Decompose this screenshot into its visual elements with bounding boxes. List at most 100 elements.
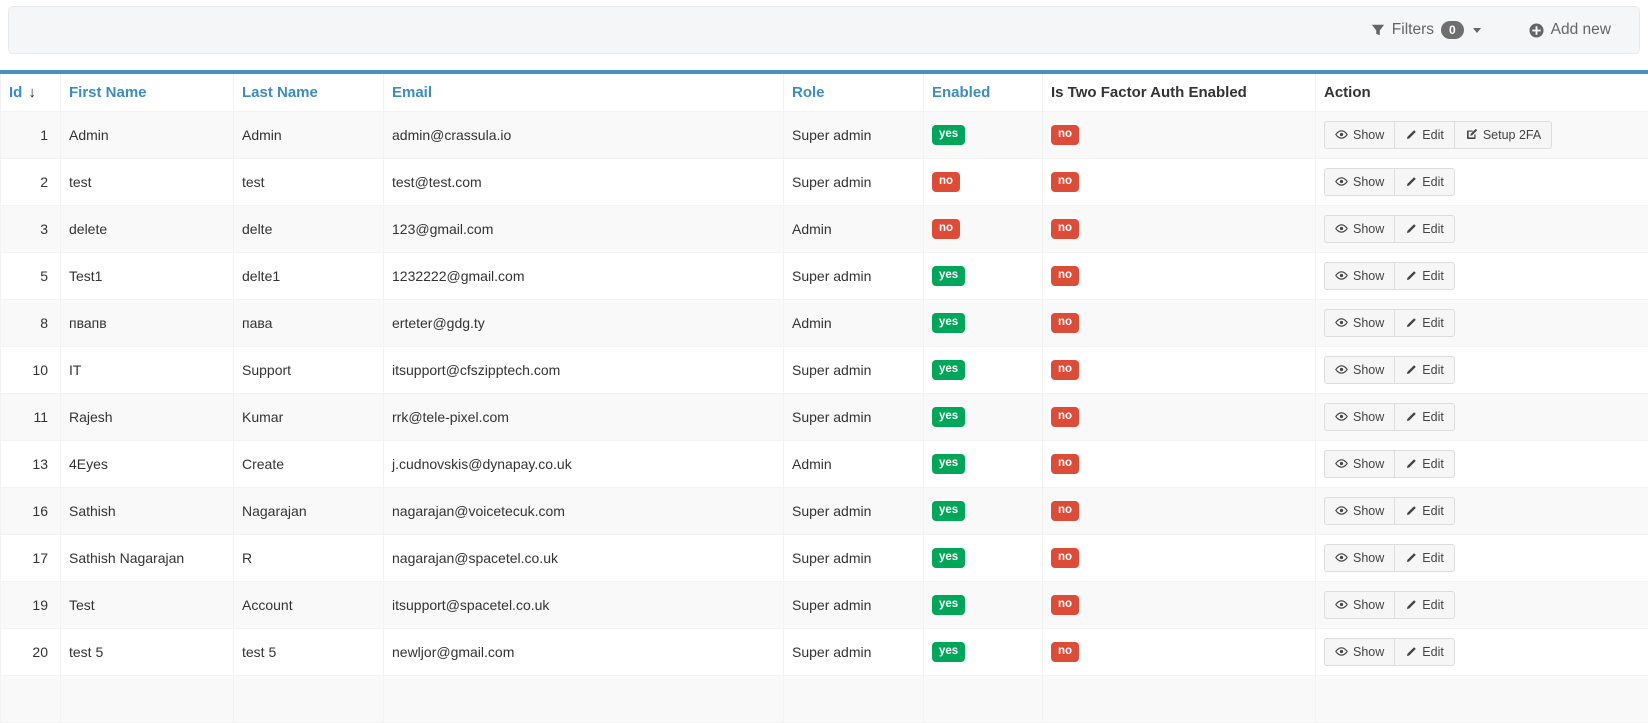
- edit-button[interactable]: Edit: [1394, 356, 1455, 384]
- show-button[interactable]: Show: [1324, 168, 1395, 196]
- button-label: Edit: [1422, 457, 1444, 471]
- column-header-enabled[interactable]: Enabled: [924, 74, 1043, 111]
- cell-role: Super admin: [784, 393, 924, 440]
- button-label: Edit: [1422, 551, 1444, 565]
- enabled-badge: yes: [932, 548, 965, 568]
- enabled-badge: yes: [932, 313, 965, 333]
- cell-action: ShowEdit: [1316, 487, 1648, 534]
- column-header-last_name[interactable]: Last Name: [234, 74, 384, 111]
- column-header-two_factor: Is Two Factor Auth Enabled: [1043, 74, 1316, 111]
- edit-button[interactable]: Edit: [1394, 450, 1455, 478]
- cell-empty: [784, 675, 924, 722]
- button-label: Show: [1353, 175, 1384, 189]
- show-button[interactable]: Show: [1324, 121, 1395, 149]
- show-button[interactable]: Show: [1324, 638, 1395, 666]
- action-button-group: Show Edit: [1324, 544, 1455, 572]
- edit-button[interactable]: Edit: [1394, 638, 1455, 666]
- two-factor-badge: no: [1051, 407, 1079, 427]
- column-header-first_name[interactable]: First Name: [61, 74, 234, 111]
- pencil-icon: [1405, 411, 1417, 423]
- show-button[interactable]: Show: [1324, 356, 1395, 384]
- show-button[interactable]: Show: [1324, 215, 1395, 243]
- cell-action: ShowEdit: [1316, 252, 1648, 299]
- table-row: 19TestAccountitsupport@spacetel.co.ukSup…: [1, 581, 1648, 628]
- cell-email: 1232222@gmail.com: [384, 252, 784, 299]
- cell-action: Show Edit: [1316, 534, 1648, 581]
- cell-empty: [234, 675, 384, 722]
- table-row: 134EyesCreatej.cudnovskis@dynapay.co.ukA…: [1, 440, 1648, 487]
- action-button-group: Show Edit: [1324, 168, 1455, 196]
- edit-button[interactable]: Edit: [1394, 544, 1455, 572]
- show-button[interactable]: Show: [1324, 544, 1395, 572]
- cell-role: Super admin: [784, 346, 924, 393]
- button-label: Show: [1353, 316, 1384, 330]
- cell-last-name: Kumar: [234, 393, 384, 440]
- cell-empty: [1043, 675, 1316, 722]
- two-factor-badge: no: [1051, 454, 1079, 474]
- cell-last-name: test: [234, 158, 384, 205]
- add-new-button[interactable]: Add new: [1529, 21, 1611, 39]
- cell-email: itsupport@spacetel.co.uk: [384, 581, 784, 628]
- cell-last-name: Create: [234, 440, 384, 487]
- button-label: Show: [1353, 128, 1384, 142]
- show-button[interactable]: Show: [1324, 403, 1395, 431]
- pencil-icon: [1405, 223, 1417, 235]
- show-button[interactable]: Show: [1324, 497, 1395, 525]
- eye-icon: [1335, 175, 1348, 188]
- cell-two-factor: no: [1043, 628, 1316, 675]
- show-button[interactable]: Show: [1324, 450, 1395, 478]
- table-row-partial: [1, 675, 1648, 722]
- cell-enabled: no: [924, 205, 1043, 252]
- cell-action: Show Edit: [1316, 628, 1648, 675]
- cell-first-name: Rajesh: [61, 393, 234, 440]
- filters-label: Filters: [1392, 21, 1434, 39]
- filters-button[interactable]: Filters 0: [1371, 21, 1481, 39]
- two-factor-badge: no: [1051, 172, 1079, 192]
- edit-button[interactable]: Edit: [1394, 215, 1455, 243]
- table-row: 20test 5test 5newljor@gmail.comSuper adm…: [1, 628, 1648, 675]
- button-label: Show: [1353, 410, 1384, 424]
- cell-last-name: Account: [234, 581, 384, 628]
- cell-email: nagarajan@voicetecuk.com: [384, 487, 784, 534]
- column-header-id[interactable]: Id↓: [1, 74, 61, 111]
- cell-action: Show Edit: [1316, 158, 1648, 205]
- edit-button[interactable]: Edit: [1394, 591, 1455, 619]
- cell-role: Admin: [784, 299, 924, 346]
- table-row: 10ITSupportitsupport@cfszipptech.comSupe…: [1, 346, 1648, 393]
- show-button[interactable]: Show: [1324, 309, 1395, 337]
- cell-email: nagarajan@spacetel.co.uk: [384, 534, 784, 581]
- cell-first-name: Test: [61, 581, 234, 628]
- show-button[interactable]: Show: [1324, 262, 1395, 290]
- edit-button[interactable]: Edit: [1394, 403, 1455, 431]
- button-label: Edit: [1422, 363, 1444, 377]
- action-button-group: Show EditSetup 2FA: [1324, 121, 1552, 149]
- cell-email: j.cudnovskis@dynapay.co.uk: [384, 440, 784, 487]
- edit-button[interactable]: Edit: [1394, 168, 1455, 196]
- edit-button[interactable]: Edit: [1394, 121, 1455, 149]
- eye-icon: [1335, 645, 1348, 658]
- pencil-square-icon: [1465, 128, 1478, 141]
- users-table-container: Id↓First NameLast NameEmailRoleEnabledIs…: [0, 70, 1648, 723]
- action-button-group: ShowEdit: [1324, 262, 1455, 290]
- cell-two-factor: no: [1043, 346, 1316, 393]
- column-header-email[interactable]: Email: [384, 74, 784, 111]
- show-button[interactable]: Show: [1324, 591, 1395, 619]
- cell-role: Super admin: [784, 111, 924, 158]
- action-button-group: Show Edit: [1324, 450, 1455, 478]
- two-factor-badge: no: [1051, 642, 1079, 662]
- pencil-icon: [1405, 129, 1417, 141]
- cell-id: 8: [1, 299, 61, 346]
- cell-id: 5: [1, 252, 61, 299]
- edit-button[interactable]: Edit: [1394, 497, 1455, 525]
- button-label: Show: [1353, 645, 1384, 659]
- edit-button[interactable]: Edit: [1394, 309, 1455, 337]
- cell-first-name: delete: [61, 205, 234, 252]
- column-header-role[interactable]: Role: [784, 74, 924, 111]
- eye-icon: [1335, 504, 1348, 517]
- cell-id: 20: [1, 628, 61, 675]
- edit-button[interactable]: Edit: [1394, 262, 1455, 290]
- toolbar-panel: Filters 0 Add new: [8, 6, 1640, 54]
- eye-icon: [1335, 598, 1348, 611]
- setup-2fa-button[interactable]: Setup 2FA: [1454, 121, 1552, 149]
- table-row: 8пвапвпаваerteter@gdg.tyAdminyesnoShowEd…: [1, 299, 1648, 346]
